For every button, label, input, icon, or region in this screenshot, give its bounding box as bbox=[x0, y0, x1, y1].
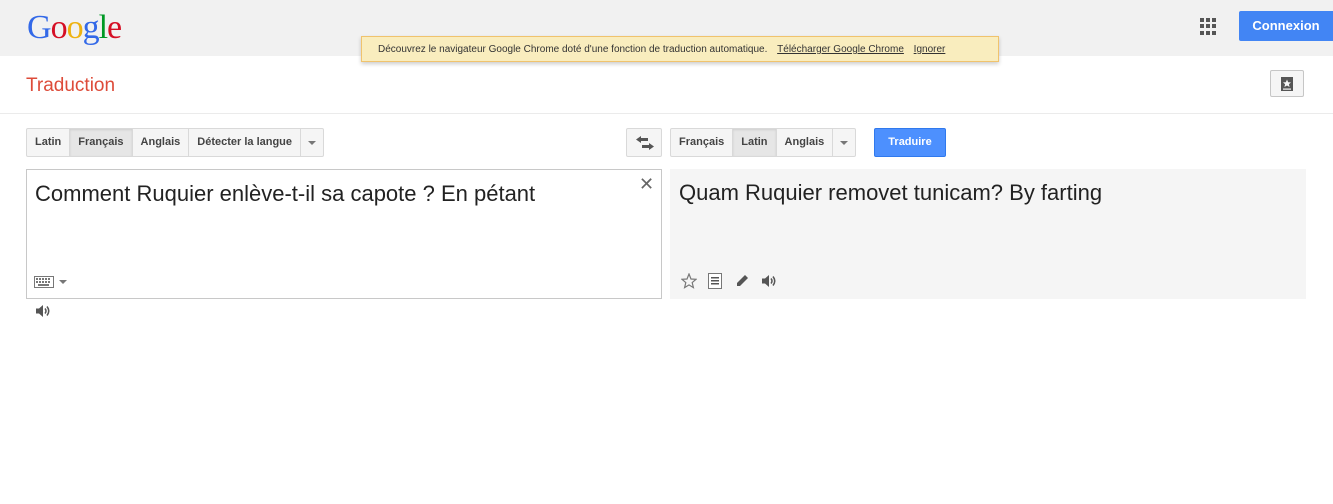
speaker-icon[interactable] bbox=[762, 272, 789, 290]
promo-message: Découvrez le navigateur Google Chrome do… bbox=[378, 44, 768, 55]
ignore-link[interactable]: Ignorer bbox=[914, 44, 946, 55]
swap-languages-button[interactable] bbox=[626, 128, 662, 157]
source-lang-latin[interactable]: Latin bbox=[27, 129, 71, 156]
sub-header: Traduction bbox=[0, 56, 1333, 114]
result-toolbar bbox=[681, 272, 789, 290]
signin-button[interactable]: Connexion bbox=[1239, 11, 1333, 41]
result-panel: Quam Ruquier removet tunicam? By farting bbox=[670, 169, 1306, 299]
target-lang-dropdown-chevron-down-icon[interactable] bbox=[833, 129, 855, 156]
source-lang-english[interactable]: Anglais bbox=[133, 129, 190, 156]
speaker-icon[interactable] bbox=[36, 304, 52, 318]
target-language-bar: Français Latin Anglais bbox=[670, 128, 857, 157]
google-logo[interactable]: Google bbox=[27, 8, 122, 48]
clear-icon[interactable]: ✕ bbox=[639, 174, 654, 194]
star-icon[interactable] bbox=[681, 272, 708, 290]
page-title: Traduction bbox=[26, 75, 116, 96]
target-lang-english[interactable]: Anglais bbox=[777, 129, 834, 156]
result-text[interactable]: Quam Ruquier removet tunicam? By farting bbox=[679, 180, 1102, 206]
phrasebook-icon bbox=[1281, 77, 1293, 91]
target-lang-latin[interactable]: Latin bbox=[733, 129, 777, 156]
apps-grid-icon[interactable] bbox=[1200, 18, 1217, 35]
chrome-promo-bar: Découvrez le navigateur Google Chrome do… bbox=[361, 36, 999, 62]
swap-languages-icon bbox=[636, 136, 654, 150]
source-lang-detect[interactable]: Détecter la langue bbox=[189, 129, 302, 156]
pencil-icon[interactable] bbox=[735, 272, 762, 290]
keyboard-icon[interactable] bbox=[34, 276, 54, 288]
source-lang-french[interactable]: Français bbox=[70, 129, 133, 156]
download-chrome-link[interactable]: Télécharger Google Chrome bbox=[777, 44, 904, 55]
target-lang-french[interactable]: Français bbox=[671, 129, 734, 156]
source-textarea[interactable]: Comment Ruquier enlève-t-il sa capote ? … bbox=[26, 169, 662, 299]
source-lang-dropdown-chevron-down-icon[interactable] bbox=[301, 129, 323, 156]
source-text[interactable]: Comment Ruquier enlève-t-il sa capote ? … bbox=[35, 181, 535, 207]
source-language-bar: Latin Français Anglais Détecter la langu… bbox=[26, 128, 325, 157]
phrasebook-button[interactable] bbox=[1270, 70, 1304, 97]
list-icon[interactable] bbox=[708, 272, 735, 290]
keyboard-dropdown-chevron-down-icon[interactable] bbox=[59, 280, 67, 284]
translate-button[interactable]: Traduire bbox=[874, 128, 946, 157]
